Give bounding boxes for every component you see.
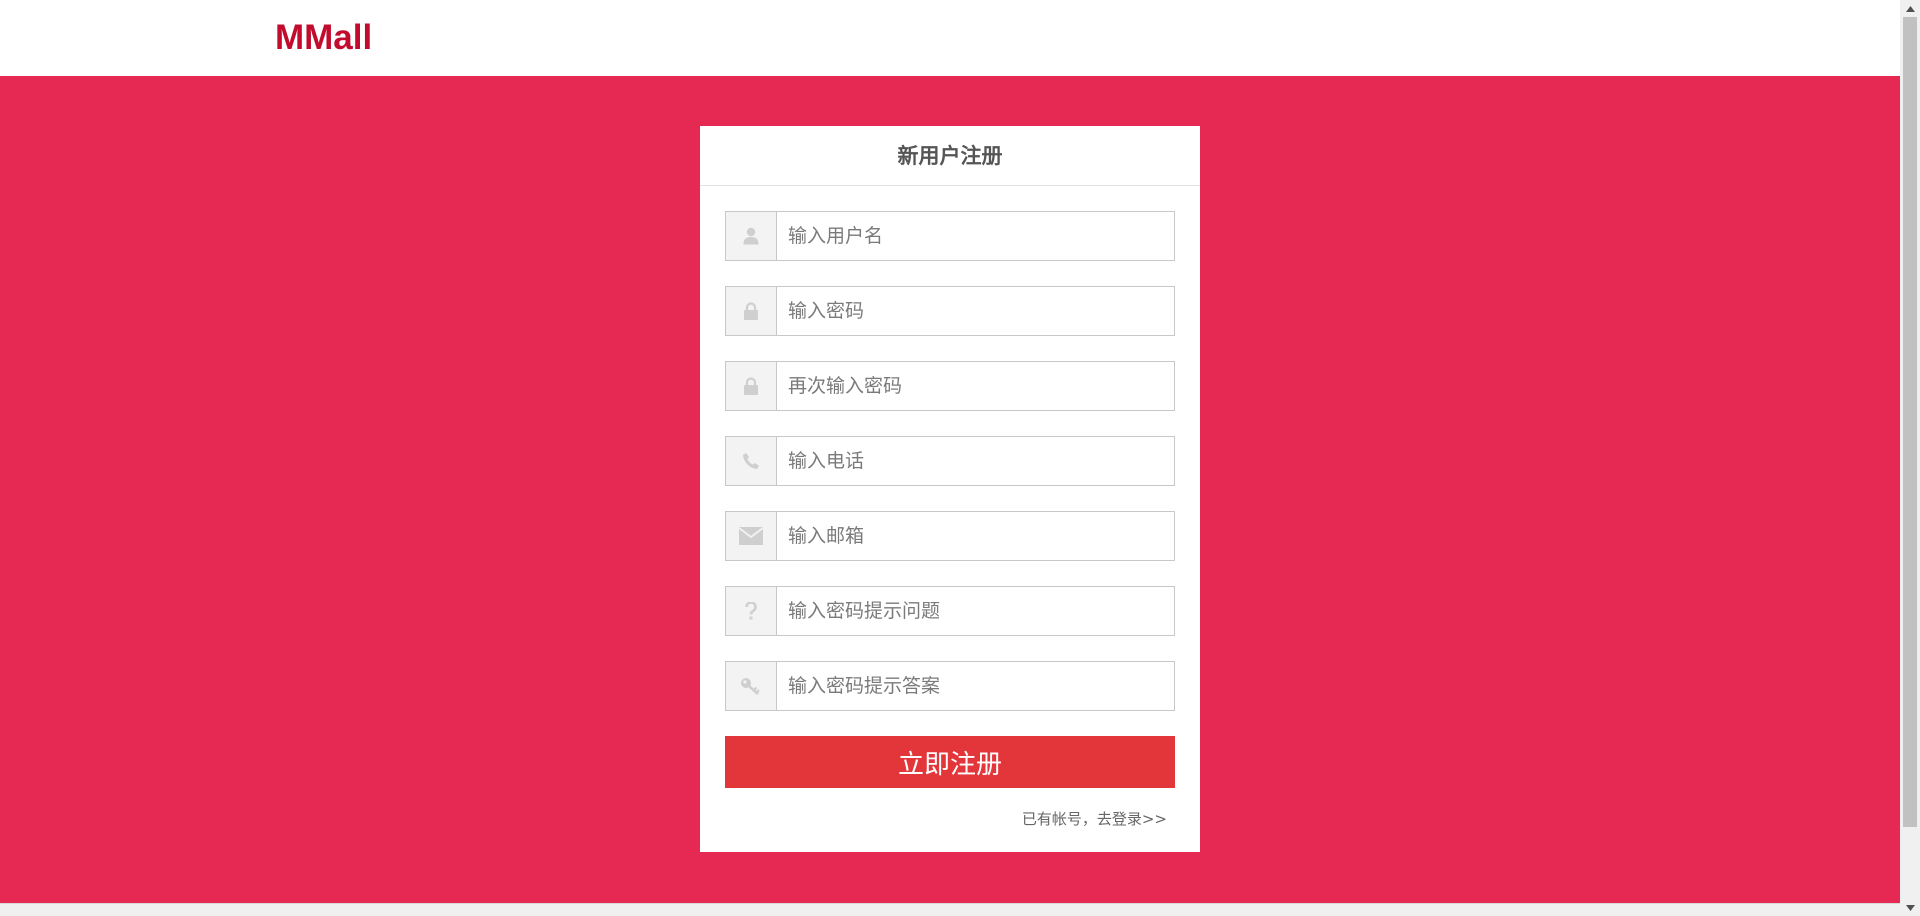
answer-field — [725, 661, 1175, 711]
question-field — [725, 586, 1175, 636]
vertical-scrollbar[interactable] — [1900, 0, 1920, 916]
scroll-down-icon[interactable] — [1900, 899, 1920, 916]
register-form: 立即注册 — [725, 211, 1175, 788]
phone-input[interactable] — [777, 437, 1173, 485]
confirm-password-field — [725, 361, 1175, 411]
phone-field — [725, 436, 1175, 486]
login-link[interactable]: 已有帐号，去登录>> — [1022, 808, 1167, 829]
register-card: 新用户注册 输入用户名 输入电话 输入邮箱 输入密码提示问题 输入密码提示答案 … — [700, 126, 1200, 852]
page: MMall 新用户注册 输入用户名 输入电话 输入邮箱 输入密码提示问题 输入密… — [0, 0, 1920, 916]
answer-input[interactable] — [777, 662, 1173, 710]
logo[interactable]: MMall — [275, 18, 372, 58]
question-input[interactable] — [777, 587, 1173, 635]
horizontal-scrollbar — [0, 903, 1900, 916]
email-input[interactable] — [777, 512, 1173, 560]
phone-icon — [726, 437, 777, 485]
confirm-password-input[interactable] — [777, 362, 1173, 410]
username-field — [725, 211, 1175, 261]
password-field — [725, 286, 1175, 336]
email-field — [725, 511, 1175, 561]
question-icon — [726, 587, 777, 635]
password-input[interactable] — [777, 287, 1173, 335]
key-icon — [726, 662, 777, 710]
envelope-icon — [726, 512, 777, 560]
lock-icon — [726, 362, 777, 410]
scroll-thumb[interactable] — [1903, 17, 1917, 827]
register-title: 新用户注册 — [700, 126, 1200, 186]
lock-icon — [726, 287, 777, 335]
register-button[interactable]: 立即注册 — [725, 736, 1175, 788]
user-icon — [726, 212, 777, 260]
header: MMall — [0, 0, 1900, 76]
scroll-up-icon[interactable] — [1900, 0, 1920, 17]
username-input[interactable] — [777, 212, 1173, 260]
